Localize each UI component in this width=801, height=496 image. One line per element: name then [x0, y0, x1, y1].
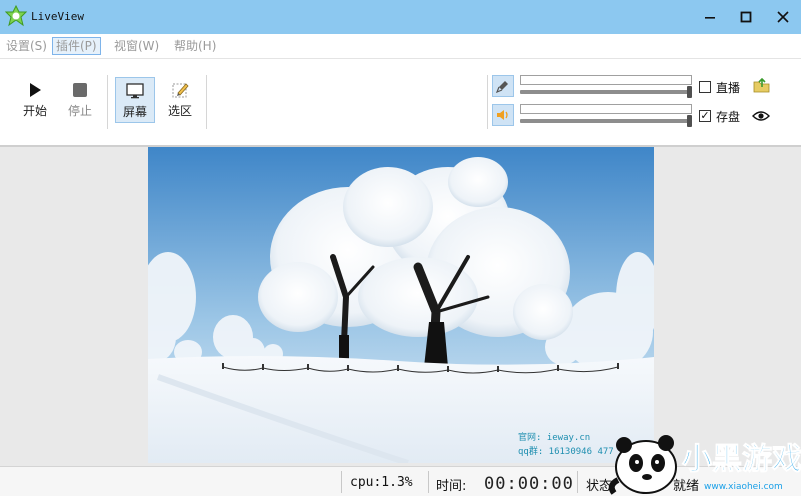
- speaker-volume-thumb[interactable]: [687, 115, 692, 127]
- toolbar: 开始 停止 屏幕 选区 直播 ✓ 存盘: [0, 59, 801, 147]
- start-label: 开始: [22, 104, 47, 118]
- menu-help[interactable]: 帮助(H): [171, 37, 219, 55]
- close-button[interactable]: [765, 0, 801, 34]
- panda-mascot-icon: [608, 435, 677, 495]
- play-icon: [30, 83, 41, 97]
- region-edit-icon: [172, 83, 189, 98]
- eye-icon: [752, 111, 770, 121]
- stop-label: 停止: [67, 104, 92, 118]
- menu-bar: 设置(S) 插件(P) 视窗(W) 帮助(H): [0, 34, 801, 59]
- start-button[interactable]: 开始: [15, 77, 55, 123]
- region-select-button[interactable]: 选区: [160, 77, 200, 123]
- preview-image: 官网: ieway.cn qq群: 16130946 477: [148, 147, 654, 463]
- microphone-toggle-button[interactable]: [492, 75, 514, 97]
- speaker-volume-slider[interactable]: [520, 119, 692, 123]
- maximize-icon: [740, 11, 752, 23]
- preview-area: 官网: ieway.cn qq群: 16130946 477: [0, 147, 801, 466]
- corner-watermark-logo: 小黑游戏 www.xiaohei.com: [608, 435, 801, 495]
- toolbar-divider: [487, 75, 488, 129]
- toolbar-divider: [206, 75, 207, 129]
- save-to-disk-checkbox[interactable]: ✓: [699, 110, 711, 122]
- stop-icon: [73, 83, 87, 97]
- status-divider: [428, 471, 429, 493]
- save-label: 存盘: [716, 110, 741, 124]
- minimize-button[interactable]: [692, 0, 728, 34]
- status-divider: [577, 471, 578, 493]
- cpu-usage: cpu:1.3%: [350, 475, 413, 490]
- microphone-icon: [496, 81, 508, 93]
- brand-logo-text: 小黑游戏: [682, 442, 801, 477]
- elapsed-time: 00:00:00: [484, 474, 574, 494]
- live-label: 直播: [716, 81, 741, 95]
- brand-url: www.xiaohei.com: [704, 482, 783, 492]
- menu-window[interactable]: 视窗(W): [111, 37, 162, 55]
- maximize-button[interactable]: [728, 0, 764, 34]
- window-title: LiveView: [31, 10, 84, 23]
- title-bar: LiveView: [0, 0, 801, 34]
- monitor-icon: [126, 83, 144, 99]
- preview-toggle-button[interactable]: [752, 109, 770, 126]
- watermark-line-1: 官网: ieway.cn: [518, 431, 590, 443]
- menu-plugins[interactable]: 插件(P): [52, 37, 101, 55]
- menu-settings[interactable]: 设置(S): [3, 37, 50, 55]
- microphone-level-meter: [520, 75, 692, 85]
- close-icon: [777, 11, 789, 23]
- app-logo-icon: [5, 5, 27, 27]
- status-divider: [341, 471, 342, 493]
- speaker-toggle-button[interactable]: [492, 104, 514, 126]
- speaker-icon: [497, 110, 508, 120]
- microphone-volume-thumb[interactable]: [687, 86, 692, 98]
- stop-button[interactable]: 停止: [60, 77, 100, 123]
- screen-capture-button[interactable]: 屏幕: [115, 77, 155, 123]
- time-label: 时间:: [436, 479, 467, 494]
- minimize-icon: [705, 17, 715, 19]
- toolbar-divider: [107, 75, 108, 129]
- folder-icon: [753, 77, 770, 93]
- microphone-volume-slider[interactable]: [520, 90, 692, 94]
- speaker-level-meter: [520, 104, 692, 114]
- watermark-line-2: qq群: 16130946 477: [518, 445, 614, 457]
- live-checkbox[interactable]: [699, 81, 711, 93]
- open-folder-button[interactable]: [753, 77, 771, 97]
- screen-label: 屏幕: [122, 105, 147, 119]
- region-label: 选区: [167, 104, 192, 118]
